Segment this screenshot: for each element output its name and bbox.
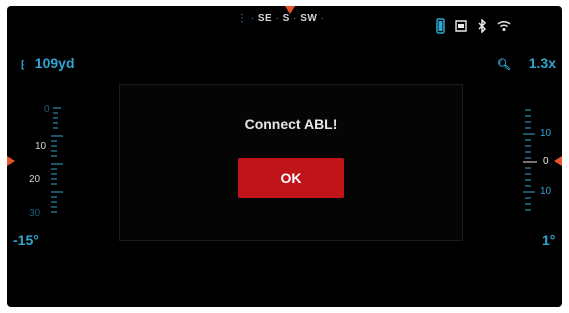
compass-s: S xyxy=(282,13,290,24)
compass-sep-2: · xyxy=(293,13,297,24)
left-scale-ticks xyxy=(51,107,63,213)
zoom-value: 1.3x xyxy=(528,55,556,71)
compass-sw: SW xyxy=(300,13,318,24)
compass-sep-1: · xyxy=(275,13,280,24)
range-flag-icon: ⁅ xyxy=(21,60,25,71)
compass-right-tick: · xyxy=(320,13,325,24)
left-tick-label: 10 xyxy=(35,141,47,152)
wifi-icon xyxy=(497,19,511,37)
range-readout: ⁅ 109yd xyxy=(21,55,75,71)
left-tick-label: 0 xyxy=(44,104,50,115)
left-level-marker xyxy=(7,156,15,166)
right-tick-label: 10 xyxy=(540,186,552,197)
left-angle-value: -15° xyxy=(13,232,39,248)
compass-strip: ⋮ · SE · S · SW · xyxy=(237,13,347,31)
connect-abl-dialog: Connect ABL! OK xyxy=(119,84,463,241)
ok-button[interactable]: OK xyxy=(238,158,344,198)
zoom-readout: 🔍︎ 1.3x xyxy=(497,55,556,71)
right-tick-label: 0 xyxy=(543,156,549,167)
status-bar xyxy=(436,17,511,39)
left-tick-label: 30 xyxy=(29,208,41,219)
dialog-title: Connect ABL! xyxy=(244,116,338,132)
left-tick-label: 20 xyxy=(29,174,41,185)
compass-heading-marker xyxy=(285,6,295,14)
magnifier-icon: 🔍︎ xyxy=(496,59,511,71)
device-screen: ⋮ · SE · S · SW · ⁅ 109yd 🔍︎ 1.3x 0 10 2… xyxy=(7,6,562,307)
left-angle-scale: 0 10 20 30 xyxy=(23,104,73,224)
right-angle-value: 1° xyxy=(542,232,556,248)
compass-se: SE xyxy=(257,13,273,24)
battery-icon xyxy=(436,17,445,39)
range-value: 109yd xyxy=(34,55,75,71)
compass-left-ticks: ⋮ · xyxy=(237,13,255,24)
right-tick-label: 10 xyxy=(540,128,552,139)
right-level-marker xyxy=(554,156,562,166)
sd-card-icon xyxy=(455,19,467,37)
bluetooth-icon xyxy=(477,17,487,38)
